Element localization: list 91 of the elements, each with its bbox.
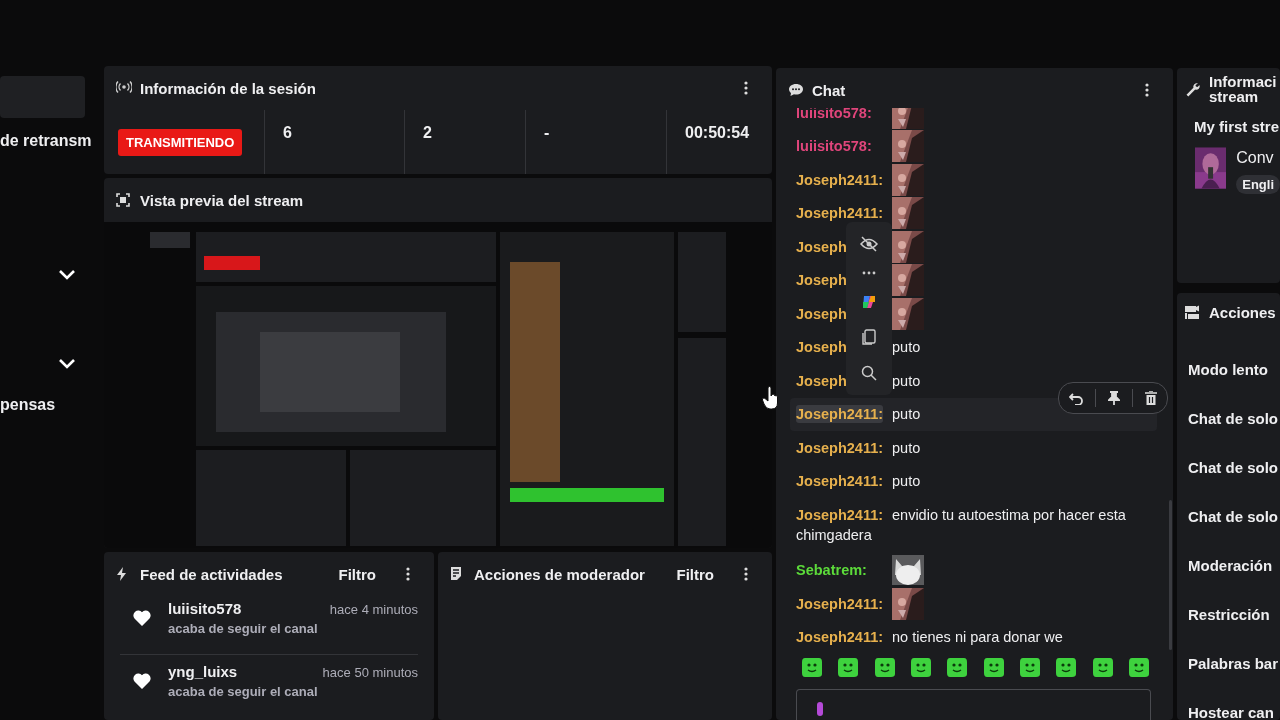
emote-icon[interactable] — [1017, 655, 1042, 679]
username[interactable]: Joseph2411: — [796, 204, 884, 223]
username[interactable]: Joseph — [796, 237, 847, 256]
search-icon[interactable] — [861, 365, 877, 382]
chevron-down-icon[interactable] — [58, 269, 76, 280]
username[interactable]: Joseph2411: — [796, 472, 884, 491]
panel-title: Feed de actividades — [140, 565, 283, 583]
username[interactable]: Joseph — [796, 304, 847, 323]
trash-icon[interactable] — [1145, 391, 1157, 405]
username[interactable]: Joseph — [796, 338, 847, 357]
filter-button[interactable]: Filtro — [338, 565, 376, 583]
chat-icon — [788, 83, 804, 97]
emote-icon[interactable] — [800, 655, 824, 679]
panel-title: Acciones — [1209, 303, 1276, 321]
emote-icon[interactable] — [1090, 655, 1115, 679]
username[interactable]: Joseph2411: — [796, 628, 884, 645]
emote-icon[interactable] — [981, 655, 1006, 679]
username[interactable]: Joseph — [796, 371, 847, 390]
copy-icon[interactable] — [862, 329, 876, 347]
heart-icon — [132, 608, 152, 627]
username: yng_luixs — [168, 663, 238, 680]
action-label: Palabras bar — [1187, 654, 1280, 674]
wrench-icon — [1185, 82, 1201, 98]
sidebar-label[interactable]: pensas — [0, 396, 100, 414]
timestamp: hace 4 minutos — [329, 602, 418, 617]
username[interactable]: Joseph2411: — [796, 594, 884, 613]
action-label: Chat de solo — [1187, 409, 1279, 429]
timestamp: hace 50 minutos — [322, 665, 418, 680]
username[interactable]: Sebatrem: — [796, 561, 867, 580]
message-text: puto — [892, 405, 921, 424]
action-label: Moderación — [1187, 556, 1274, 576]
camera-icon — [1185, 305, 1201, 319]
panel-title: Informaci stream — [1209, 74, 1277, 104]
activity-text: acaba de seguir el canal — [168, 684, 319, 699]
sidebar-label[interactable]: de retransm — [0, 132, 100, 150]
category-name[interactable]: Conv — [1236, 149, 1280, 167]
username[interactable]: Joseph2411: — [796, 438, 884, 457]
stat-value: 6 — [283, 124, 292, 141]
message-text: puto — [892, 472, 921, 491]
stat-value: 00:50:54 — [685, 124, 750, 141]
message-input[interactable] — [796, 689, 1151, 720]
kebab-menu-icon[interactable] — [744, 81, 748, 95]
stat-value: - — [544, 124, 550, 141]
action-label: Restricción — [1187, 605, 1271, 625]
message-text: puto — [892, 371, 921, 390]
scrollbar[interactable] — [1169, 500, 1172, 650]
filter-button[interactable]: Filtro — [676, 565, 714, 583]
mic-indicator-icon — [817, 702, 823, 716]
message-text: puto — [892, 338, 921, 357]
stream-title: My first stre — [1194, 118, 1280, 135]
username[interactable]: luiisito578: — [796, 137, 872, 156]
heart-icon — [132, 671, 152, 690]
activity-text: acaba de seguir el canal — [168, 621, 319, 636]
kebab-menu-icon[interactable] — [1145, 83, 1149, 97]
panel-title: Acciones de moderador — [474, 565, 645, 583]
emote-icon[interactable] — [909, 655, 933, 679]
username[interactable]: Joseph2411: — [796, 405, 884, 424]
action-label: Chat de solo — [1187, 507, 1279, 527]
action-label: Hostear can — [1187, 703, 1275, 720]
emote-icon[interactable] — [872, 655, 897, 679]
undo-icon[interactable] — [1069, 391, 1083, 405]
kebab-menu-icon[interactable] — [744, 567, 748, 581]
language-tag[interactable]: Engli — [1236, 175, 1280, 194]
username[interactable]: Joseph2411: — [796, 505, 884, 524]
username[interactable]: luiisito578: — [796, 108, 872, 122]
broadcast-icon — [116, 81, 132, 95]
chevron-down-icon[interactable] — [58, 358, 76, 369]
message-text: puto — [892, 438, 921, 457]
username[interactable]: Joseph2411: — [796, 170, 884, 189]
hidden-eye-icon[interactable] — [860, 235, 878, 252]
emote-icon[interactable] — [836, 655, 861, 679]
panel-title: Información de la sesión — [140, 79, 316, 97]
message-text: no tienes ni para donar we — [892, 628, 1063, 645]
action-label: Modo lento — [1187, 360, 1269, 380]
kebab-menu-icon[interactable] — [406, 567, 410, 581]
pin-icon[interactable] — [1108, 391, 1120, 405]
action-label: Chat de solo — [1187, 458, 1279, 478]
message-text: chimgadera — [796, 525, 872, 544]
panel-title: Chat — [812, 81, 846, 99]
emote-icon[interactable] — [1126, 655, 1151, 679]
username: luiisito578 — [168, 600, 242, 617]
emote-icon[interactable] — [1054, 655, 1079, 679]
username[interactable]: Joseph — [796, 271, 847, 290]
message-text: envidio tu autoestima por hacer esta — [892, 505, 1126, 524]
stat-value: 2 — [423, 124, 432, 141]
live-badge: TRANSMITIENDO — [118, 129, 243, 156]
preview-icon — [116, 193, 132, 207]
colorful-swirl-icon[interactable] — [861, 293, 877, 310]
emote-icon[interactable] — [945, 655, 970, 679]
more-icon[interactable] — [862, 270, 876, 275]
panel-title: Vista previa del stream — [140, 191, 304, 209]
